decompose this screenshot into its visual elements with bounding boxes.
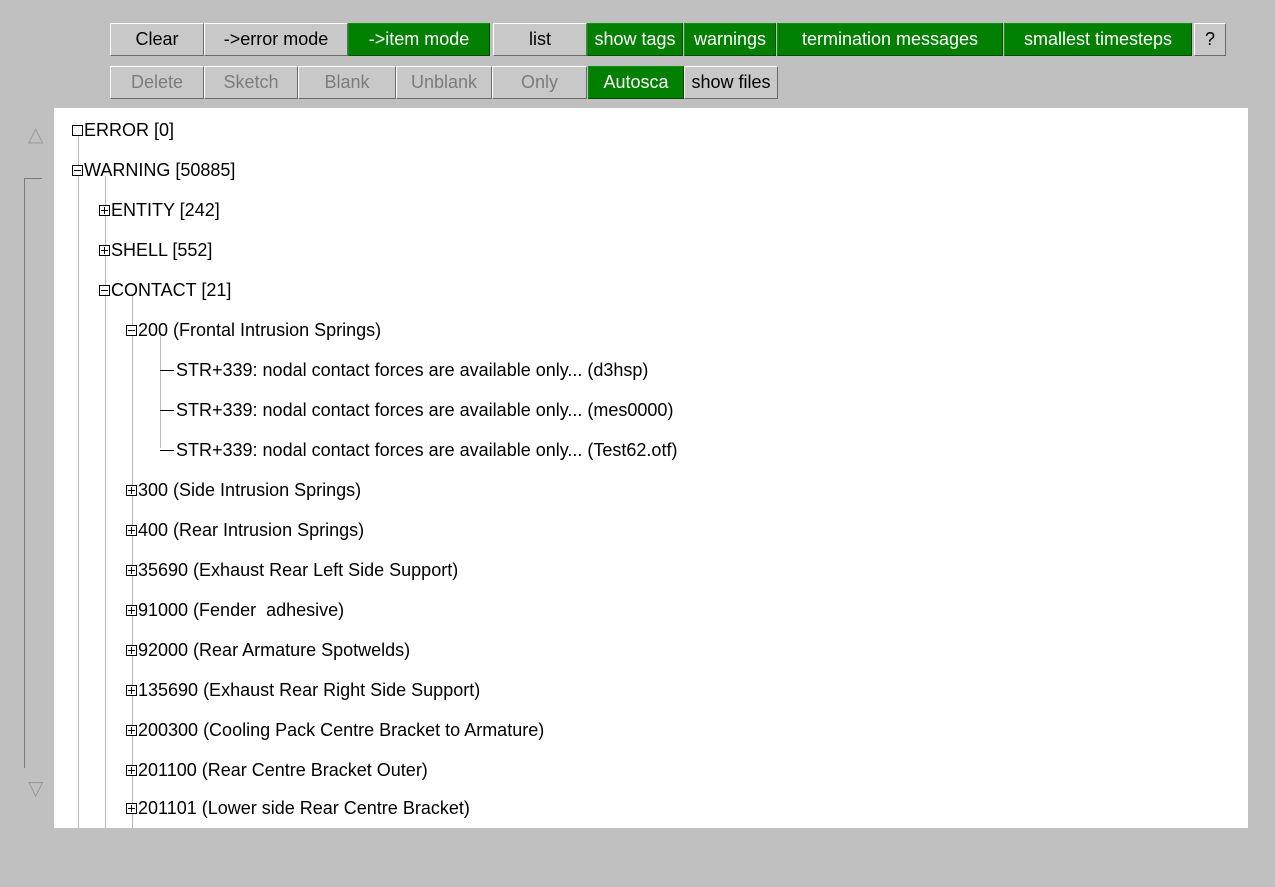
tree-node-item[interactable]: 92000 (Rear Armature Spotwelds) <box>126 630 410 670</box>
tree-leaf-message[interactable]: STR+339: nodal contact forces are availa… <box>160 350 648 390</box>
tree-node-label: STR+339: nodal contact forces are availa… <box>176 439 678 460</box>
tree-node-label: STR+339: nodal contact forces are availa… <box>176 359 649 380</box>
item-mode-button[interactable]: ->item mode <box>348 23 490 56</box>
sketch-button[interactable]: Sketch <box>204 66 298 99</box>
tree-node-label: SHELL [552] <box>111 239 213 260</box>
tree-node-label: 201101 (Lower side Rear Centre Bracket) <box>138 797 470 818</box>
tree-node-label: 400 (Rear Intrusion Springs) <box>138 519 365 540</box>
expand-icon[interactable] <box>126 802 137 814</box>
blank-button[interactable]: Blank <box>298 66 396 99</box>
tree-node-warning[interactable]: WARNING [50885] <box>72 150 235 190</box>
tree-node-label: 200 (Frontal Intrusion Springs) <box>138 319 382 340</box>
expand-icon[interactable] <box>99 204 110 216</box>
expand-icon[interactable] <box>126 524 137 536</box>
leaf-connector <box>160 369 174 371</box>
list-button[interactable]: list <box>493 23 587 56</box>
help-button[interactable]: ? <box>1194 23 1226 56</box>
scroll-track-cap <box>24 178 42 179</box>
leaf-connector <box>160 409 174 411</box>
expand-icon[interactable] <box>126 684 137 696</box>
clear-button[interactable]: Clear <box>110 23 204 56</box>
tree-guide-line <box>78 136 79 828</box>
vertical-scrollbar[interactable]: △ ▽ <box>10 108 54 828</box>
tree-node-label: CONTACT [21] <box>111 279 232 300</box>
only-button[interactable]: Only <box>492 66 587 99</box>
tree-node-item[interactable]: 91000 (Fender adhesive) <box>126 590 344 630</box>
tree-node-contact[interactable]: CONTACT [21] <box>99 270 231 310</box>
scroll-track[interactable] <box>24 178 25 768</box>
expand-icon[interactable] <box>126 564 137 576</box>
tree-node-label: 35690 (Exhaust Rear Left Side Support) <box>138 559 459 580</box>
tree-node-item[interactable]: 201101 (Lower side Rear Centre Bracket) <box>126 788 470 828</box>
tree-node-shell[interactable]: SHELL [552] <box>99 230 212 270</box>
tree-node-item[interactable]: 200 (Frontal Intrusion Springs) <box>126 310 381 350</box>
collapse-icon[interactable] <box>99 284 110 296</box>
tree-node-error[interactable]: ERROR [0] <box>72 110 174 150</box>
termination-messages-button[interactable]: termination messages <box>777 23 1003 56</box>
tree-node-label: 92000 (Rear Armature Spotwelds) <box>138 639 411 660</box>
expand-icon[interactable] <box>126 724 137 736</box>
tree-node-label: 91000 (Fender adhesive) <box>138 599 345 620</box>
tree-leaf-message[interactable]: STR+339: nodal contact forces are availa… <box>160 390 673 430</box>
tree-node-item[interactable]: 135690 (Exhaust Rear Right Side Support) <box>126 670 480 710</box>
tree-node-label: ERROR [0] <box>84 119 175 140</box>
expand-icon[interactable] <box>126 644 137 656</box>
message-tree: ERROR [0] WARNING [50885] ENTITY [242] S… <box>54 108 1248 828</box>
unblank-button[interactable]: Unblank <box>396 66 492 99</box>
collapse-icon[interactable] <box>72 164 83 176</box>
tree-node-item[interactable]: 400 (Rear Intrusion Springs) <box>126 510 364 550</box>
tree-node-item[interactable]: 300 (Side Intrusion Springs) <box>126 470 361 510</box>
scroll-down-icon[interactable]: ▽ <box>28 776 43 801</box>
autoscale-button[interactable]: Autosca <box>588 66 684 99</box>
expand-icon[interactable] <box>99 244 110 256</box>
tree-node-item[interactable]: 201100 (Rear Centre Bracket Outer) <box>126 750 428 790</box>
delete-button[interactable]: Delete <box>110 66 204 99</box>
expand-icon[interactable] <box>126 484 137 496</box>
error-mode-button[interactable]: ->error mode <box>204 23 348 56</box>
tree-leaf-message[interactable]: STR+339: nodal contact forces are availa… <box>160 430 677 470</box>
tree-node-item[interactable]: 200300 (Cooling Pack Centre Bracket to A… <box>126 710 544 750</box>
tree-node-label: ENTITY [242] <box>111 199 220 220</box>
smallest-timesteps-button[interactable]: smallest timesteps <box>1004 23 1192 56</box>
tree-node-label: 201100 (Rear Centre Bracket Outer) <box>138 759 428 780</box>
tree-node-label: 135690 (Exhaust Rear Right Side Support) <box>138 679 481 700</box>
warnings-button[interactable]: warnings <box>684 23 776 56</box>
tree-node-label: 200300 (Cooling Pack Centre Bracket to A… <box>138 719 545 740</box>
tree-node-entity[interactable]: ENTITY [242] <box>99 190 220 230</box>
show-tags-button[interactable]: show tags <box>587 23 683 56</box>
scroll-up-icon[interactable]: △ <box>28 122 43 147</box>
show-files-button[interactable]: show files <box>684 66 778 99</box>
tree-node-label: WARNING [50885] <box>84 159 236 180</box>
collapse-icon[interactable] <box>126 324 137 336</box>
expand-icon[interactable] <box>126 604 137 616</box>
expand-icon[interactable] <box>126 764 137 776</box>
empty-node-icon <box>72 124 83 136</box>
tree-node-label: STR+339: nodal contact forces are availa… <box>176 399 674 420</box>
leaf-connector <box>160 449 174 451</box>
tree-node-item[interactable]: 35690 (Exhaust Rear Left Side Support) <box>126 550 458 590</box>
tree-node-label: 300 (Side Intrusion Springs) <box>138 479 362 500</box>
